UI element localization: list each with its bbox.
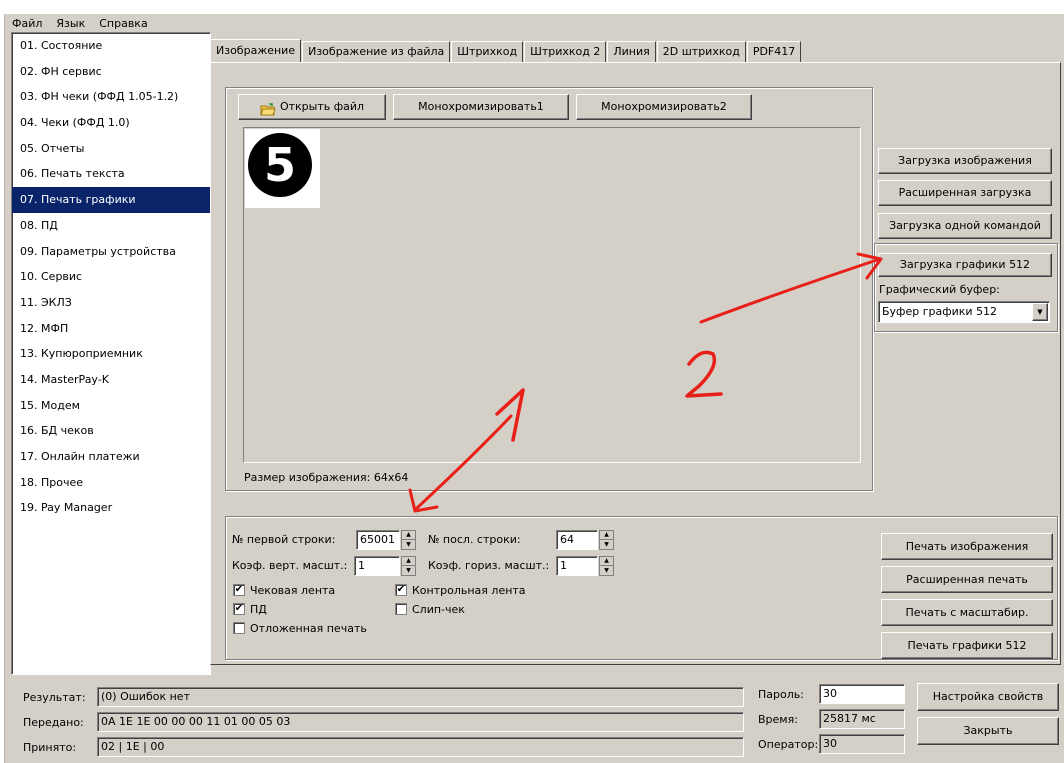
password-input[interactable]: 30 [819,684,905,704]
sent-field: 0A 1E 1E 00 00 00 11 01 00 05 03 [97,712,744,732]
close-button[interactable]: Закрыть [917,717,1059,745]
annotation-digit-2 [685,350,723,398]
settings-button[interactable]: Настройка свойств [917,683,1059,711]
annotation-overlay [408,252,883,513]
operator-label: Оператор: [758,738,819,751]
time-label: Время: [758,713,798,726]
main-window: Файл Язык Справка 01. Состояние 02. ФН се… [4,14,1064,763]
result-label: Результат: [23,691,86,704]
annotation-arrow-1 [415,414,513,510]
operator-field: 30 [819,734,905,754]
password-label: Пароль: [758,688,804,701]
received-field: 02 | 1E | 00 [97,737,744,757]
annotation-arrow-2 [699,257,882,324]
time-field: 25817 мс [819,709,905,729]
sent-label: Передано: [23,716,84,729]
received-label: Принято: [23,741,77,754]
result-field: (0) Ошибок нет [97,687,744,707]
